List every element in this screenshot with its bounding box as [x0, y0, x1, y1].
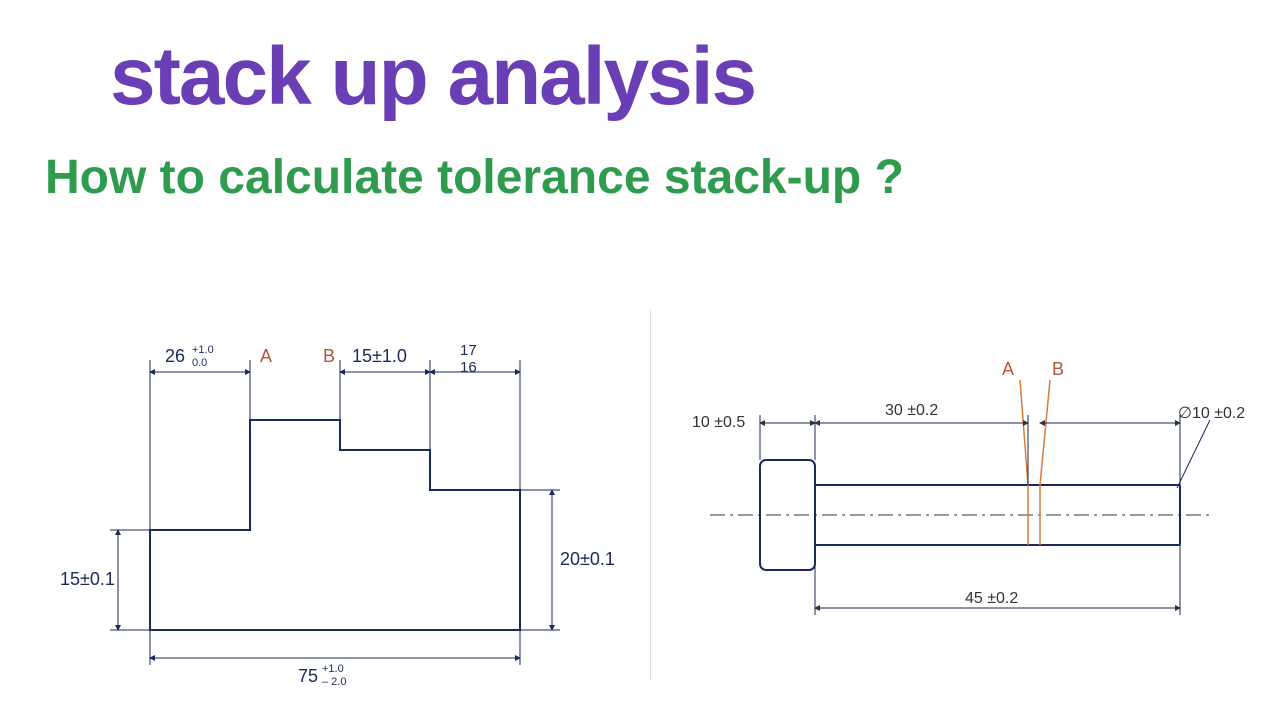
dim-10-left: 10 ±0.5 [692, 414, 745, 431]
dim-16: 16 [460, 359, 477, 376]
dim-diameter: ∅10 ±0.2 [1178, 405, 1245, 422]
dim-20-right: 20±0.1 [560, 549, 615, 569]
subtitle: How to calculate tolerance stack-up ? [45, 150, 904, 205]
diagram-divider [650, 310, 651, 680]
dim-30-mid: 30 ±0.2 [885, 402, 938, 419]
dim-45-bottom: 45 ±0.2 [965, 590, 1018, 607]
annotation-a-right: A [1002, 359, 1014, 379]
shaft-diagram: A B 10 ±0.5 30 ±0.2 ∅10 ±0.2 45 ±0.2 [680, 320, 1260, 690]
dim-75: 75 [298, 666, 318, 686]
dim-26-upper: +1.0 [192, 344, 214, 356]
annotation-b-right: B [1052, 359, 1064, 379]
dim-26: 26 [165, 346, 185, 366]
dim-15-left: 15±0.1 [60, 569, 115, 589]
dim-15-top: 15±1.0 [352, 346, 407, 366]
dim-26-lower: 0.0 [192, 357, 207, 369]
annotation-a-left: A [260, 346, 272, 366]
stepped-block-diagram: 26 +1.0 0.0 A B 15±1.0 17 16 15±0.1 20±0… [60, 320, 620, 690]
annotation-b-left: B [323, 346, 335, 366]
dim-75-upper: +1.0 [322, 663, 344, 675]
dim-75-lower: – 2.0 [322, 676, 346, 688]
dim-17: 17 [460, 342, 477, 359]
main-title: stack up analysis [110, 30, 755, 124]
